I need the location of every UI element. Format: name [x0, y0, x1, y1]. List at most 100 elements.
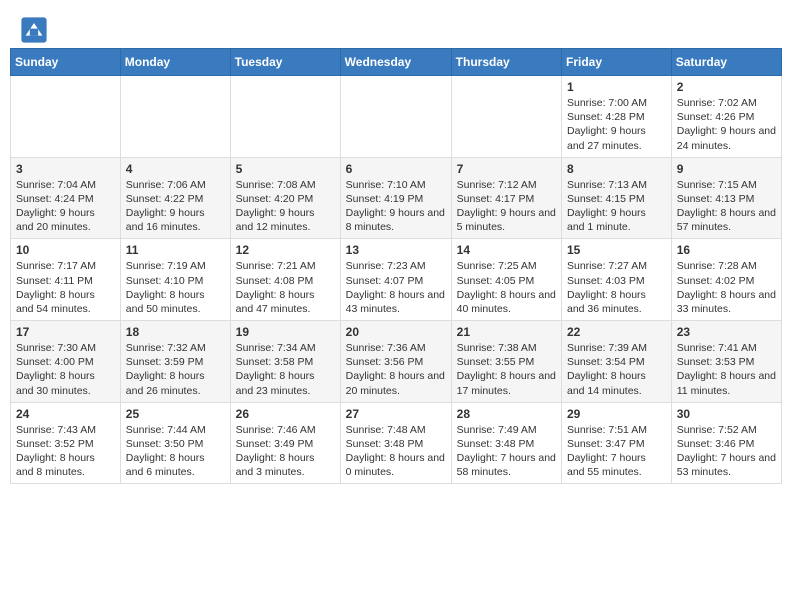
day-info: Sunset: 3:59 PM	[126, 355, 225, 369]
day-info: Sunrise: 7:25 AM	[457, 259, 556, 273]
day-info: Sunset: 4:28 PM	[567, 110, 666, 124]
calendar-cell: 16Sunrise: 7:28 AMSunset: 4:02 PMDayligh…	[671, 239, 781, 321]
calendar-cell: 1 Sunrise: 7:00 AMSunset: 4:28 PMDaylight…	[562, 76, 672, 158]
calendar-cell: 8Sunrise: 7:13 AMSunset: 4:15 PMDaylight…	[562, 157, 672, 239]
day-number: 23	[677, 325, 776, 339]
day-info: Daylight: 8 hours and 36 minutes.	[567, 288, 666, 316]
day-info: Daylight: 8 hours and 57 minutes.	[677, 206, 776, 234]
day-number: 1	[567, 80, 666, 94]
day-info: Sunrise: 7:32 AM	[126, 341, 225, 355]
calendar-cell: 7Sunrise: 7:12 AMSunset: 4:17 PMDaylight…	[451, 157, 561, 239]
day-info: Sunset: 3:55 PM	[457, 355, 556, 369]
logo-icon	[20, 16, 48, 44]
day-info: Daylight: 8 hours and 17 minutes.	[457, 369, 556, 397]
day-info: Sunrise: 7:52 AM	[677, 423, 776, 437]
day-info: Sunrise: 7:43 AM	[16, 423, 115, 437]
day-info: Sunrise: 7:28 AM	[677, 259, 776, 273]
day-number: 2	[677, 80, 776, 94]
day-header-monday: Monday	[120, 49, 230, 76]
day-info: Sunrise: 7:27 AM	[567, 259, 666, 273]
day-info: Daylight: 8 hours and 30 minutes.	[16, 369, 115, 397]
week-row-4: 17Sunrise: 7:30 AMSunset: 4:00 PMDayligh…	[11, 321, 782, 403]
day-info: Daylight: 9 hours and 27 minutes.	[567, 124, 666, 152]
day-number: 14	[457, 243, 556, 257]
day-info: Sunrise: 7:44 AM	[126, 423, 225, 437]
calendar-cell: 24Sunrise: 7:43 AMSunset: 3:52 PMDayligh…	[11, 402, 121, 484]
day-info: Sunrise: 7:10 AM	[346, 178, 446, 192]
calendar-cell: 23Sunrise: 7:41 AMSunset: 3:53 PMDayligh…	[671, 321, 781, 403]
day-number: 16	[677, 243, 776, 257]
header-row: SundayMondayTuesdayWednesdayThursdayFrid…	[11, 49, 782, 76]
day-info: Sunrise: 7:17 AM	[16, 259, 115, 273]
calendar-cell: 15Sunrise: 7:27 AMSunset: 4:03 PMDayligh…	[562, 239, 672, 321]
calendar-cell: 19Sunrise: 7:34 AMSunset: 3:58 PMDayligh…	[230, 321, 340, 403]
calendar-cell	[230, 76, 340, 158]
day-info: Sunset: 3:46 PM	[677, 437, 776, 451]
day-number: 18	[126, 325, 225, 339]
day-number: 17	[16, 325, 115, 339]
day-info: Sunset: 3:56 PM	[346, 355, 446, 369]
calendar-cell: 28Sunrise: 7:49 AMSunset: 3:48 PMDayligh…	[451, 402, 561, 484]
day-info: Sunrise: 7:12 AM	[457, 178, 556, 192]
day-info: Daylight: 9 hours and 5 minutes.	[457, 206, 556, 234]
day-header-friday: Friday	[562, 49, 672, 76]
calendar-cell: 20 Sunrise: 7:36 AMSunset: 3:56 PMDayligh…	[340, 321, 451, 403]
calendar-cell: 25Sunrise: 7:44 AMSunset: 3:50 PMDayligh…	[120, 402, 230, 484]
day-info: Sunrise: 7:39 AM	[567, 341, 666, 355]
calendar-cell: 12Sunrise: 7:21 AMSunset: 4:08 PMDayligh…	[230, 239, 340, 321]
day-info: Sunset: 3:48 PM	[457, 437, 556, 451]
day-number: 22	[567, 325, 666, 339]
calendar-cell	[340, 76, 451, 158]
calendar-cell	[120, 76, 230, 158]
day-info: Daylight: 8 hours and 54 minutes.	[16, 288, 115, 316]
calendar: SundayMondayTuesdayWednesdayThursdayFrid…	[0, 48, 792, 494]
day-info: Sunrise: 7:04 AM	[16, 178, 115, 192]
day-info: Sunrise: 7:36 AM	[346, 341, 446, 355]
page-header	[0, 0, 792, 48]
calendar-cell: 29Sunrise: 7:51 AMSunset: 3:47 PMDayligh…	[562, 402, 672, 484]
day-info: Sunset: 3:53 PM	[677, 355, 776, 369]
week-row-3: 10Sunrise: 7:17 AMSunset: 4:11 PMDayligh…	[11, 239, 782, 321]
calendar-cell: 3Sunrise: 7:04 AMSunset: 4:24 PMDaylight…	[11, 157, 121, 239]
day-info: Sunrise: 7:34 AM	[236, 341, 335, 355]
day-info: Sunrise: 7:19 AM	[126, 259, 225, 273]
day-header-saturday: Saturday	[671, 49, 781, 76]
day-number: 20	[346, 325, 446, 339]
day-info: Daylight: 8 hours and 23 minutes.	[236, 369, 335, 397]
calendar-cell: 10Sunrise: 7:17 AMSunset: 4:11 PMDayligh…	[11, 239, 121, 321]
day-info: Sunset: 4:17 PM	[457, 192, 556, 206]
day-info: Sunset: 3:58 PM	[236, 355, 335, 369]
day-info: Daylight: 8 hours and 43 minutes.	[346, 288, 446, 316]
day-number: 25	[126, 407, 225, 421]
day-info: Daylight: 8 hours and 3 minutes.	[236, 451, 335, 479]
calendar-cell: 2Sunrise: 7:02 AMSunset: 4:26 PMDaylight…	[671, 76, 781, 158]
day-header-wednesday: Wednesday	[340, 49, 451, 76]
day-info: Daylight: 8 hours and 20 minutes.	[346, 369, 446, 397]
day-info: Daylight: 8 hours and 50 minutes.	[126, 288, 225, 316]
day-info: Daylight: 8 hours and 33 minutes.	[677, 288, 776, 316]
day-info: Daylight: 7 hours and 55 minutes.	[567, 451, 666, 479]
day-info: Sunset: 3:54 PM	[567, 355, 666, 369]
calendar-cell: 26Sunrise: 7:46 AMSunset: 3:49 PMDayligh…	[230, 402, 340, 484]
calendar-cell	[11, 76, 121, 158]
day-info: Sunrise: 7:21 AM	[236, 259, 335, 273]
day-info: Sunset: 4:11 PM	[16, 274, 115, 288]
day-number: 30	[677, 407, 776, 421]
day-number: 27	[346, 407, 446, 421]
day-info: Daylight: 9 hours and 20 minutes.	[16, 206, 115, 234]
calendar-cell: 14Sunrise: 7:25 AMSunset: 4:05 PMDayligh…	[451, 239, 561, 321]
day-number: 26	[236, 407, 335, 421]
day-info: Sunrise: 7:00 AM	[567, 96, 666, 110]
calendar-body: 1Sunrise: 7:00 AMSunset: 4:28 PMDaylight…	[11, 76, 782, 484]
day-info: Sunset: 3:48 PM	[346, 437, 446, 451]
day-number: 13	[346, 243, 446, 257]
calendar-cell: 5Sunrise: 7:08 AMSunset: 4:20 PMDaylight…	[230, 157, 340, 239]
calendar-cell: 27Sunrise: 7:48 AMSunset: 3:48 PMDayligh…	[340, 402, 451, 484]
day-info: Sunset: 4:26 PM	[677, 110, 776, 124]
day-info: Sunset: 4:19 PM	[346, 192, 446, 206]
day-info: Daylight: 8 hours and 40 minutes.	[457, 288, 556, 316]
day-number: 5	[236, 162, 335, 176]
day-number: 8	[567, 162, 666, 176]
day-number: 21	[457, 325, 556, 339]
day-info: Sunrise: 7:49 AM	[457, 423, 556, 437]
